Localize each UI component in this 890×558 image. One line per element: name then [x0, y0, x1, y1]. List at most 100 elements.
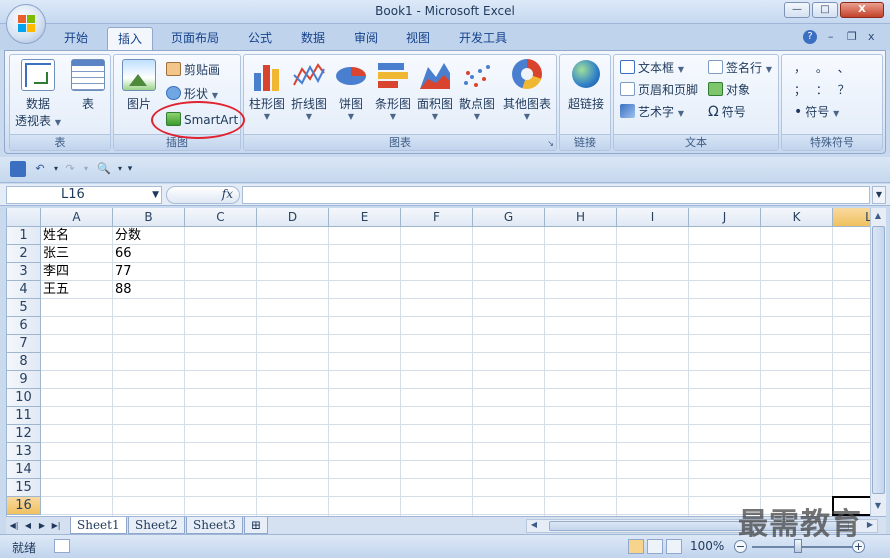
clipart-button[interactable]: 剪贴画	[166, 61, 220, 79]
maximize-button[interactable]: □	[812, 2, 838, 18]
header-footer-button[interactable]: 页眉和页脚	[620, 81, 698, 99]
row-header-5[interactable]: 5	[7, 299, 41, 317]
cell-a4[interactable]: 王五	[41, 281, 69, 299]
chevron-down-icon[interactable]: ▼	[152, 187, 159, 203]
column-header-a[interactable]: A	[41, 208, 113, 227]
vertical-scrollbar[interactable]: ▲ ▼	[870, 208, 886, 516]
row-header-16[interactable]: 16	[7, 497, 41, 515]
tab-developer[interactable]: 开发工具	[449, 27, 517, 50]
object-button[interactable]: 对象	[708, 81, 750, 99]
office-button[interactable]	[6, 4, 46, 44]
help-icon[interactable]: ?	[803, 30, 817, 44]
redo-icon[interactable]: ↷	[62, 161, 78, 177]
tab-page-layout[interactable]: 页面布局	[161, 27, 229, 50]
scatter-chart-button[interactable]: 散点图 ▼	[456, 59, 498, 121]
minimize-button[interactable]: —	[784, 2, 810, 18]
sheet-tab-3[interactable]: Sheet3	[186, 517, 243, 534]
column-header-k[interactable]: K	[761, 208, 833, 227]
cell-b4[interactable]: 88	[113, 281, 132, 299]
column-header-j[interactable]: J	[689, 208, 761, 227]
column-header-b[interactable]: B	[113, 208, 185, 227]
print-preview-icon[interactable]: 🔍	[96, 161, 112, 177]
column-header-g[interactable]: G	[473, 208, 545, 227]
tab-view[interactable]: 视图	[396, 27, 440, 50]
column-header-h[interactable]: H	[545, 208, 617, 227]
tab-insert[interactable]: 插入	[107, 27, 154, 50]
dialog-launcher-icon[interactable]: ↘	[547, 139, 554, 148]
doc-minimize-button[interactable]: –	[828, 30, 834, 43]
bar-chart-button[interactable]: 条形图 ▼	[372, 59, 414, 121]
column-header-d[interactable]: D	[257, 208, 329, 227]
scroll-right-icon[interactable]: ▶	[863, 518, 877, 532]
row-header-14[interactable]: 14	[7, 461, 41, 479]
prev-sheet-icon[interactable]: ◀	[22, 519, 34, 533]
close-button[interactable]: X	[840, 2, 884, 18]
tab-review[interactable]: 审阅	[344, 27, 388, 50]
column-header-e[interactable]: E	[329, 208, 401, 227]
spreadsheet-grid[interactable]: ABCDEFGHIJKL12345678910111213141516姓名分数张…	[6, 208, 870, 516]
page-layout-view-icon[interactable]	[647, 539, 663, 554]
cell-a3[interactable]: 李四	[41, 263, 69, 281]
macro-record-icon[interactable]	[54, 539, 70, 553]
row-header-1[interactable]: 1	[7, 227, 41, 245]
textbox-button[interactable]: 文本框 ▼	[620, 59, 684, 77]
tab-home[interactable]: 开始	[54, 27, 98, 50]
column-chart-button[interactable]: 柱形图 ▼	[246, 59, 288, 121]
signature-line-button[interactable]: 签名行 ▼	[708, 59, 772, 77]
column-header-l[interactable]: L	[833, 208, 870, 227]
wordart-button[interactable]: 艺术字 ▼	[620, 103, 684, 121]
tab-formulas[interactable]: 公式	[238, 27, 282, 50]
line-chart-button[interactable]: 折线图 ▼	[288, 59, 330, 121]
row-header-9[interactable]: 9	[7, 371, 41, 389]
picture-button[interactable]: 图片	[118, 59, 160, 112]
zoom-slider[interactable]	[752, 546, 852, 548]
other-charts-button[interactable]: 其他图表 ▼	[500, 59, 554, 121]
table-button[interactable]: 表	[68, 59, 108, 112]
row-header-12[interactable]: 12	[7, 425, 41, 443]
cell-b2[interactable]: 66	[113, 245, 132, 263]
area-chart-button[interactable]: 面积图 ▼	[414, 59, 456, 121]
chevron-down-icon[interactable]: ▾	[78, 161, 94, 177]
cell-a2[interactable]: 张三	[41, 245, 69, 263]
row-header-10[interactable]: 10	[7, 389, 41, 407]
insert-sheet-icon[interactable]: ⊞	[244, 517, 268, 534]
column-header-i[interactable]: I	[617, 208, 689, 227]
symbols-row-2[interactable]: ； ： ？	[794, 81, 853, 99]
scroll-down-icon[interactable]: ▼	[871, 498, 885, 514]
row-header-6[interactable]: 6	[7, 317, 41, 335]
undo-icon[interactable]: ↶	[32, 161, 48, 177]
sheet-tab-2[interactable]: Sheet2	[128, 517, 185, 534]
row-header-8[interactable]: 8	[7, 353, 41, 371]
column-header-c[interactable]: C	[185, 208, 257, 227]
cell-b3[interactable]: 77	[113, 263, 132, 281]
doc-close-button[interactable]: x	[868, 30, 875, 43]
tab-data[interactable]: 数据	[291, 27, 335, 50]
row-header-2[interactable]: 2	[7, 245, 41, 263]
doc-restore-button[interactable]: ❐	[847, 30, 857, 43]
cell-b1[interactable]: 分数	[113, 227, 141, 245]
customize-qat-icon[interactable]: ▾	[122, 161, 138, 177]
scroll-left-icon[interactable]: ◀	[527, 518, 541, 532]
insert-function-button[interactable]: fx	[166, 186, 240, 204]
first-sheet-icon[interactable]: ◀|	[8, 519, 20, 533]
normal-view-icon[interactable]	[628, 539, 644, 554]
symbol-button[interactable]: Ω 符号	[708, 103, 746, 121]
row-header-4[interactable]: 4	[7, 281, 41, 299]
pie-chart-button[interactable]: 饼图 ▼	[330, 59, 372, 121]
row-header-3[interactable]: 3	[7, 263, 41, 281]
page-break-view-icon[interactable]	[666, 539, 682, 554]
cell-a1[interactable]: 姓名	[41, 227, 69, 245]
row-header-7[interactable]: 7	[7, 335, 41, 353]
special-symbol-button[interactable]: • 符号 ▼	[794, 103, 839, 121]
last-sheet-icon[interactable]: ▶|	[50, 519, 62, 533]
scroll-up-icon[interactable]: ▲	[871, 208, 885, 224]
name-box[interactable]: L16 ▼	[6, 186, 162, 204]
zoom-level[interactable]: 100%	[690, 539, 724, 553]
hyperlink-button[interactable]: 超链接	[562, 59, 610, 112]
sheet-tab-1[interactable]: Sheet1	[70, 517, 127, 534]
expand-formula-icon[interactable]: ▼	[872, 186, 886, 204]
column-header-f[interactable]: F	[401, 208, 473, 227]
row-header-11[interactable]: 11	[7, 407, 41, 425]
save-icon[interactable]	[10, 161, 26, 177]
row-header-13[interactable]: 13	[7, 443, 41, 461]
